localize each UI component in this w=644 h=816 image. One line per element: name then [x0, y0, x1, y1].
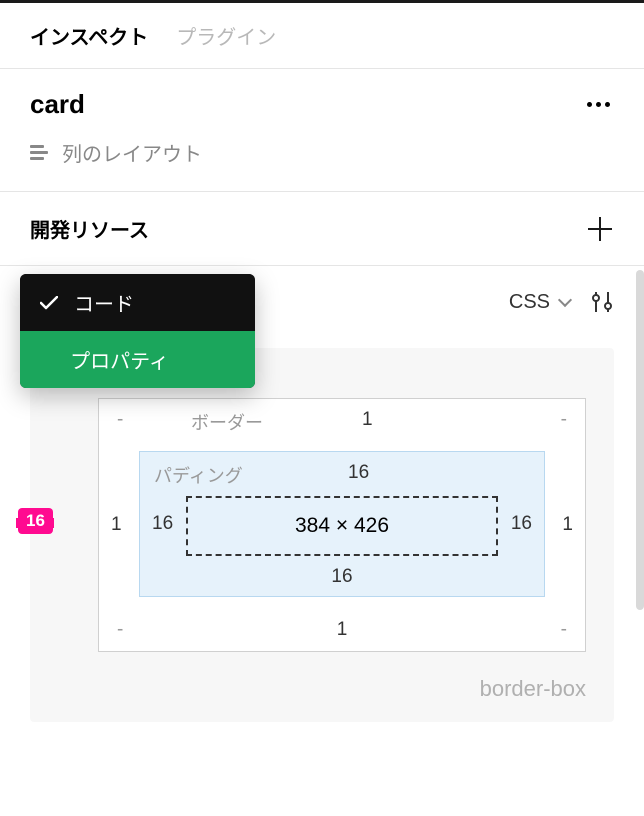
tab-inspect[interactable]: インスペクト — [30, 21, 148, 50]
padding-top: 16 — [348, 462, 369, 484]
border-radius-bl: - — [117, 619, 123, 641]
border-top: 1 — [362, 409, 373, 431]
plus-icon[interactable] — [586, 215, 614, 243]
code-section: コード プロパティ CSS 16 ボーダー 1 1 — [0, 266, 644, 746]
border-left: 1 — [111, 514, 122, 536]
border-box: ボーダー 1 1 1 1 - - - - パディング 16 16 16 16 3… — [98, 398, 586, 652]
padding-right: 16 — [511, 513, 532, 535]
layer-name: card — [30, 89, 85, 120]
layer-section: card 列のレイアウト — [0, 69, 644, 192]
css-language-select[interactable]: CSS — [509, 291, 572, 314]
more-icon[interactable] — [583, 98, 614, 111]
spacing-badge: 16 — [18, 508, 53, 534]
tab-plugins[interactable]: プラグイン — [176, 21, 276, 50]
dropdown-item-properties[interactable]: プロパティ — [20, 331, 255, 388]
border-radius-br: - — [561, 619, 567, 641]
box-sizing-label: border-box — [58, 676, 586, 702]
border-radius-tr: - — [561, 409, 567, 431]
layout-row: 列のレイアウト — [30, 138, 614, 167]
padding-bottom: 16 — [331, 566, 352, 588]
content-dimensions: 384 × 426 — [186, 496, 498, 556]
scrollbar[interactable] — [636, 270, 644, 610]
chevron-down-icon — [558, 295, 572, 309]
layer-header: card — [30, 89, 614, 120]
dev-resources-title: 開発リソース — [30, 214, 149, 243]
css-language-label: CSS — [509, 291, 550, 314]
padding-label: パディング — [154, 462, 243, 488]
dropdown-item-code[interactable]: コード — [20, 274, 255, 331]
padding-box: パディング 16 16 16 16 384 × 426 — [139, 451, 545, 597]
padding-left: 16 — [152, 513, 173, 535]
box-model: 16 ボーダー 1 1 1 1 - - - - パディング 16 16 16 1… — [30, 348, 614, 722]
settings-icon[interactable] — [590, 290, 614, 314]
column-layout-icon — [30, 145, 48, 160]
top-tabs: インスペクト プラグイン — [0, 3, 644, 69]
border-right: 1 — [562, 514, 573, 536]
layout-label: 列のレイアウト — [62, 138, 202, 167]
dropdown-item-properties-label: プロパティ — [70, 345, 169, 374]
border-bottom: 1 — [337, 619, 348, 641]
code-mode-dropdown: コード プロパティ — [20, 274, 255, 388]
dev-resources-header: 開発リソース — [0, 192, 644, 266]
border-label: ボーダー — [191, 409, 263, 435]
check-icon — [38, 292, 60, 314]
dropdown-item-code-label: コード — [74, 288, 134, 317]
border-radius-tl: - — [117, 409, 123, 431]
